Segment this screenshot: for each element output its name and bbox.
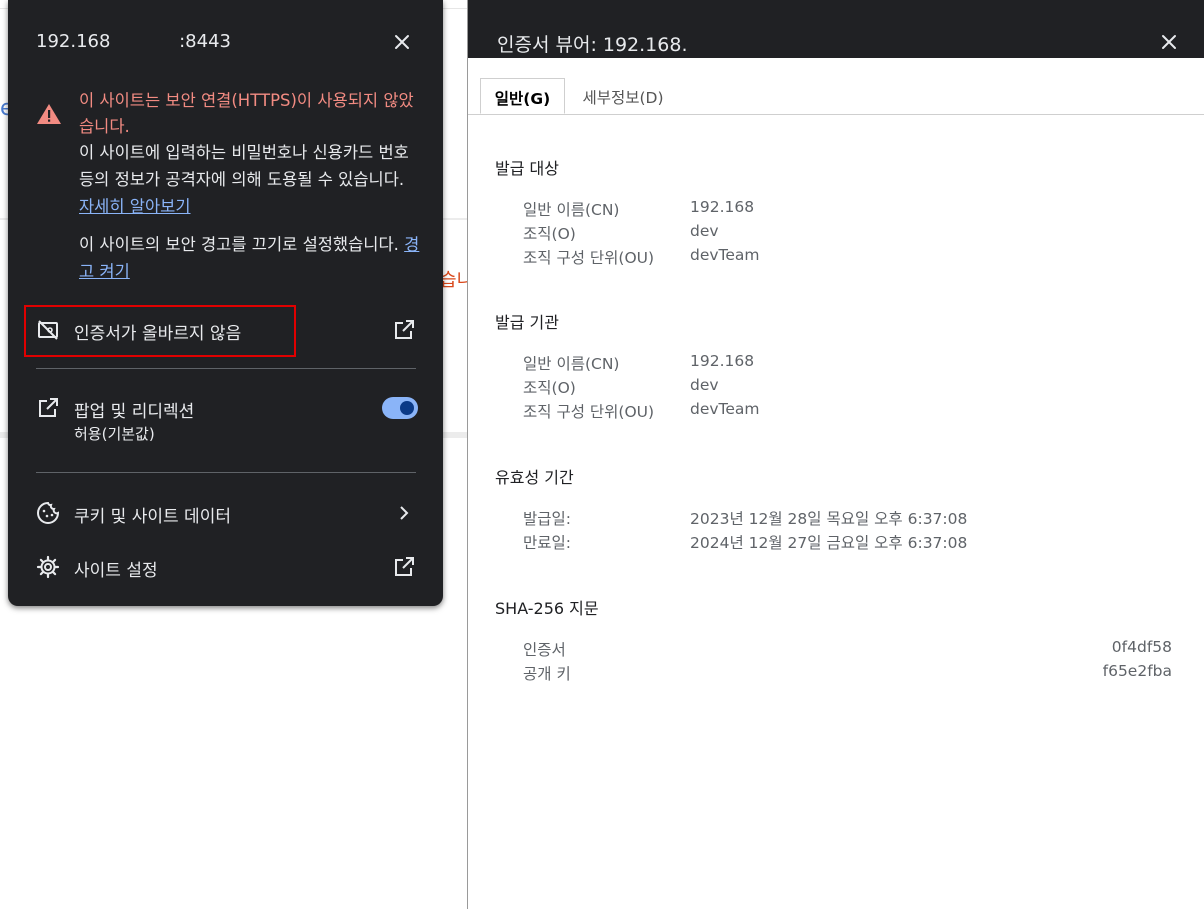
cert-fingerprint-label: 인증서 <box>523 641 566 659</box>
key-fingerprint-label: 공개 키 <box>523 665 571 683</box>
warning-icon <box>37 104 61 124</box>
warning-off-notice: 이 사이트의 보안 경고를 끄기로 설정했습니다. 경고 켜기 <box>79 231 424 285</box>
open-in-new-icon <box>39 398 58 417</box>
issued-to-o-value: dev <box>690 222 719 240</box>
expires-date-label: 만료일: <box>523 534 572 552</box>
background-partial-text: 습니 <box>440 270 470 291</box>
issued-by-title: 발급 기관 <box>495 313 559 332</box>
tab-general[interactable]: 일반(G) <box>480 78 565 114</box>
warning-body-text: 이 사이트에 입력하는 비밀번호나 신용카드 번호 등의 정보가 공격자에 의해… <box>79 143 409 189</box>
external-link-icon <box>395 557 414 576</box>
issued-by-o-label: 조직(O) <box>523 379 576 397</box>
site-settings-label: 사이트 설정 <box>74 561 158 581</box>
popups-redirects-label: 팝업 및 리디렉션 <box>74 402 195 422</box>
divider <box>36 472 416 473</box>
issued-date-value: 2023년 12월 28일 목요일 오후 6:37:08 <box>690 510 968 528</box>
external-link-icon <box>395 320 414 339</box>
issued-to-title: 발급 대상 <box>495 159 559 178</box>
warning-body: 이 사이트에 입력하는 비밀번호나 신용카드 번호 등의 정보가 공격자에 의해… <box>79 139 424 220</box>
learn-more-link[interactable]: 자세히 알아보기 <box>79 197 191 216</box>
issued-by-cn-value: 192.168 <box>690 352 755 370</box>
divider <box>36 368 416 369</box>
issued-to-cn-value: 192.168 <box>690 198 755 216</box>
viewer-title: 인증서 뷰어: 192.168. <box>497 34 688 56</box>
viewer-tabs: 일반(G) 세부정보(D) <box>468 78 1204 115</box>
cookie-icon <box>37 501 60 524</box>
certificate-viewer: 인증서 뷰어: 192.168. 일반(G) 세부정보(D) 발급 대상 일반 … <box>467 0 1204 909</box>
issued-to-ou-label: 조직 구성 단위(OU) <box>523 249 655 267</box>
issued-by-ou-label: 조직 구성 단위(OU) <box>523 403 655 421</box>
close-icon[interactable] <box>388 28 416 56</box>
key-fingerprint-value: f65e2fba <box>1102 662 1172 680</box>
cert-fingerprint-value: 0f4df58 <box>1111 638 1172 656</box>
tab-details[interactable]: 세부정보(D) <box>568 78 678 114</box>
issued-by-ou-value: devTeam <box>690 400 760 418</box>
popups-redirects-row: 팝업 및 리디렉션 허용(기본값) <box>36 388 416 444</box>
validity-title: 유효성 기간 <box>495 468 574 487</box>
popup-host: 192.168 :8443 <box>36 31 231 52</box>
toggle-knob <box>400 401 414 415</box>
issued-by-cn-label: 일반 이름(CN) <box>523 355 620 373</box>
expires-date-value: 2024년 12월 27일 금요일 오후 6:37:08 <box>690 534 968 552</box>
issued-to-ou-value: devTeam <box>690 246 760 264</box>
viewer-header: 인증서 뷰어: 192.168. <box>468 0 1204 58</box>
chevron-right-icon <box>400 506 409 520</box>
close-icon[interactable] <box>1156 29 1182 55</box>
issued-date-label: 발급일: <box>523 510 572 528</box>
gear-icon <box>36 555 60 579</box>
site-settings-row[interactable]: 사이트 설정 <box>36 547 416 587</box>
certificate-invalid-label: 인증서가 올바르지 않음 <box>74 324 242 344</box>
popups-toggle[interactable] <box>382 397 418 419</box>
background-edge-glyph: e <box>0 96 8 121</box>
issued-to-o-label: 조직(O) <box>523 225 576 243</box>
cookies-site-data-row[interactable]: 쿠키 및 사이트 데이터 <box>36 493 416 533</box>
certificate-invalid-row[interactable]: 인증서가 올바르지 않음 <box>36 310 416 350</box>
issued-to-cn-label: 일반 이름(CN) <box>523 201 620 219</box>
site-info-popup: 192.168 :8443 이 사이트는 보안 연결(HTTPS)이 사용되지 … <box>8 0 443 606</box>
fingerprint-title: SHA-256 지문 <box>495 599 599 618</box>
popups-redirects-sub: 허용(기본값) <box>74 425 155 443</box>
cookies-site-data-label: 쿠키 및 사이트 데이터 <box>74 507 231 527</box>
issued-by-o-value: dev <box>690 376 719 394</box>
certificate-off-icon <box>38 320 58 340</box>
warning-off-text: 이 사이트의 보안 경고를 끄기로 설정했습니다. <box>79 235 399 254</box>
warning-title: 이 사이트는 보안 연결(HTTPS)이 사용되지 않았습니다. <box>79 91 414 136</box>
